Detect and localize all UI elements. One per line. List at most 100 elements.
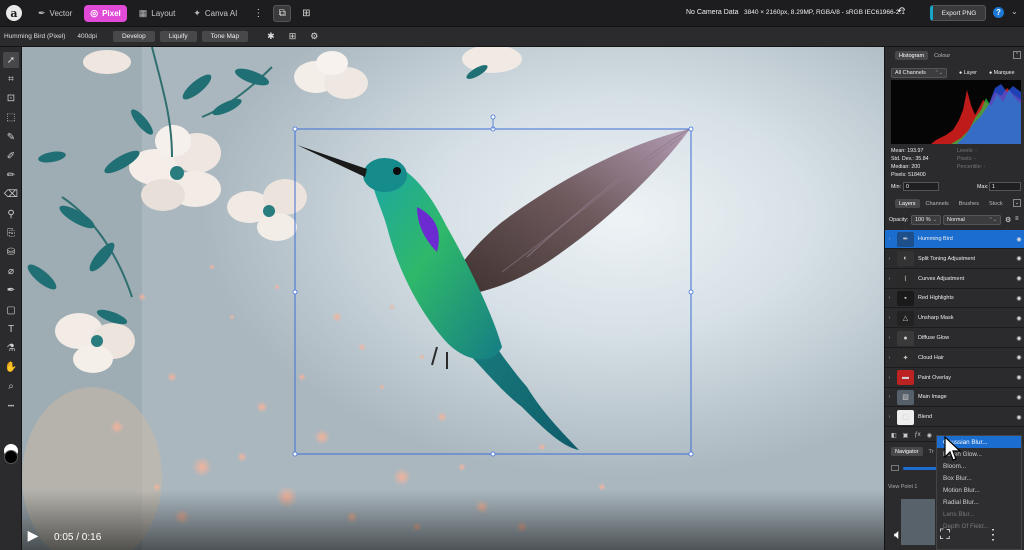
opacity-field[interactable]: 100 % ⌄	[911, 215, 941, 225]
paint-brush-icon[interactable]: ✐	[3, 148, 19, 164]
persona-layout[interactable]: ▦ Layout	[133, 5, 182, 22]
flood-fill-icon[interactable]: ⛁	[3, 244, 19, 260]
layer-row[interactable]: › △ Unsharp Mask ◉	[885, 309, 1024, 329]
transform-icon[interactable]: ⊞	[289, 31, 297, 42]
layer-row[interactable]: › ⌇ Curves Adjustment ◉	[885, 270, 1024, 289]
document-canvas[interactable]: ▶ 0:05 / 0:16	[22, 47, 884, 550]
zoom-slider[interactable]	[903, 467, 937, 470]
export-button[interactable]: Export PNG	[930, 5, 986, 21]
visibility-eye-icon[interactable]: ◉	[1013, 295, 1024, 302]
help-button[interactable]: ?	[993, 7, 1004, 18]
clone-brush-icon[interactable]: ⎘	[3, 225, 19, 241]
layer-expand-icon[interactable]: ›	[885, 256, 894, 262]
visibility-eye-icon[interactable]: ◉	[1013, 374, 1024, 381]
layer-expand-icon[interactable]: ›	[885, 295, 894, 301]
secondary-color-swatch[interactable]	[4, 450, 18, 464]
rectangle-tool-icon[interactable]: ▢	[3, 302, 19, 318]
layer-row[interactable]: › ◐ Split Toning Adjustment ◉	[885, 250, 1024, 269]
eyedropper-icon[interactable]: ⚗	[3, 340, 19, 356]
layer-checkbox[interactable]: ● Layer	[959, 70, 977, 76]
move-tool-icon[interactable]: ➚	[3, 52, 19, 68]
paint-mixer-icon[interactable]: ⌀	[3, 263, 19, 279]
visibility-eye-icon[interactable]: ◉	[1013, 315, 1024, 322]
visibility-eye-icon[interactable]: ◉	[1013, 236, 1024, 243]
text-tool-icon[interactable]: T	[3, 321, 19, 337]
layer-row[interactable]: › ▧ Main Image ◉	[885, 388, 1024, 408]
persona-vector[interactable]: ✒ Vector	[32, 5, 78, 22]
dodge-brush-icon[interactable]: ⚲	[3, 206, 19, 222]
menu-item-radial-blur[interactable]: Radial Blur...	[937, 496, 1021, 508]
expand-chevron-icon[interactable]: ⌄	[1011, 7, 1018, 16]
video-more-button[interactable]: ⋮	[986, 526, 1000, 543]
visibility-eye-icon[interactable]: ◉	[1013, 354, 1024, 361]
layer-row[interactable]: › ✦ Cloud Hair ◉	[885, 349, 1024, 368]
zoom-out-icon[interactable]	[891, 465, 899, 471]
tab-layers[interactable]: Layers	[895, 199, 920, 208]
visibility-eye-icon[interactable]: ◉	[1013, 255, 1024, 262]
layer-expand-icon[interactable]: ›	[885, 315, 894, 321]
more-menu-button[interactable]: ⋮	[249, 5, 267, 22]
tab-stock[interactable]: Stock	[985, 199, 1007, 208]
vector-crop-icon[interactable]: ⊡	[3, 90, 19, 106]
crop-tool-icon[interactable]: ⌗	[3, 71, 19, 87]
channel-select[interactable]: All Channels ⌃⌄	[891, 68, 947, 78]
menu-item-box-blur[interactable]: Box Blur...	[937, 472, 1021, 484]
panel-collapse-icon[interactable]: ⌃	[1013, 51, 1021, 59]
min-input[interactable]: 0	[903, 182, 939, 191]
tab-histogram[interactable]: Histogram	[895, 51, 929, 60]
tab-navigator[interactable]: Navigator	[891, 447, 923, 456]
mask-icon[interactable]: ▣	[903, 432, 909, 439]
tab-colour[interactable]: Colour	[930, 51, 954, 60]
more-tools-icon[interactable]: •••	[3, 399, 19, 415]
snapping-button[interactable]: ⧉	[273, 4, 292, 22]
erase-brush-icon[interactable]: ⌫	[3, 186, 19, 202]
tab-brushes[interactable]: Brushes	[955, 199, 983, 208]
layer-row[interactable]: › ● Diffuse Glow ◉	[885, 329, 1024, 348]
layer-expand-icon[interactable]: ›	[885, 355, 894, 361]
layer-row[interactable]: › ▢ Blend ◉	[885, 408, 1024, 428]
marquee-checkbox[interactable]: ● Marquee	[989, 70, 1015, 76]
hand-tool-icon[interactable]: ✋	[3, 359, 19, 375]
visibility-eye-icon[interactable]: ◉	[1013, 394, 1024, 401]
grid-button[interactable]: ⊞	[297, 5, 315, 22]
blend-mode-select[interactable]: Normal ⌃⌄	[943, 215, 1001, 225]
app-logo[interactable]: a	[6, 5, 22, 21]
tone-map-button[interactable]: Tone Map	[201, 31, 249, 42]
persona-pixel[interactable]: ◎ Pixel	[84, 4, 127, 22]
layer-options-icon[interactable]: ≡	[1015, 216, 1019, 222]
layer-settings-gear-icon[interactable]: ⚙	[1005, 216, 1011, 224]
visibility-eye-icon[interactable]: ◉	[1013, 335, 1024, 342]
layer-expand-icon[interactable]: ›	[885, 394, 894, 400]
adjustment-icon[interactable]: ◧	[891, 432, 897, 439]
volume-button[interactable]: 🔈︎	[894, 526, 902, 543]
magic-wand-icon[interactable]: ✱	[267, 31, 275, 42]
layer-row[interactable]: › ▪ Red Highlights ◉	[885, 289, 1024, 309]
layer-expand-icon[interactable]: ›	[885, 276, 894, 282]
visibility-eye-icon[interactable]: ◉	[1013, 414, 1024, 421]
liquify-button[interactable]: Liquify	[159, 31, 197, 42]
selection-brush-icon[interactable]: ✎	[3, 129, 19, 145]
layer-expand-icon[interactable]: ›	[885, 375, 894, 381]
fullscreen-button[interactable]: ⛶	[940, 526, 950, 543]
zoom-tool-icon[interactable]: ⌕	[3, 378, 19, 394]
filter-icon[interactable]: ◉	[927, 432, 932, 439]
settings-gear-icon[interactable]: ⚙	[310, 31, 318, 42]
layer-expand-icon[interactable]: ›	[885, 236, 894, 242]
develop-button[interactable]: Develop	[112, 31, 155, 42]
persona-canva-ai[interactable]: ✦ Canva AI	[187, 5, 243, 22]
panel-collapse-icon[interactable]: ⌄	[1013, 199, 1021, 207]
fx-icon[interactable]: ƒx	[914, 432, 920, 438]
menu-item-motion-blur[interactable]: Motion Blur...	[937, 484, 1021, 496]
layer-row[interactable]: › ▬ Paint Overlay ◉	[885, 369, 1024, 388]
pen-tool-icon[interactable]: ✒	[3, 282, 19, 298]
play-button[interactable]: ▶	[24, 526, 42, 544]
tab-channels[interactable]: Channels	[922, 199, 953, 208]
layer-row[interactable]: › ✒ Humming Bird ◉	[885, 230, 1024, 249]
menu-item-lens-blur[interactable]: Lens Blur...	[937, 508, 1021, 520]
layer-expand-icon[interactable]: ›	[885, 335, 894, 341]
undo-redo-button[interactable]: ↶	[897, 6, 905, 17]
marquee-tool-icon[interactable]: ⬚	[3, 109, 19, 125]
navigator-thumbnail[interactable]	[901, 499, 935, 545]
max-input[interactable]: 1	[989, 182, 1021, 191]
pixel-brush-icon[interactable]: ✏	[3, 167, 19, 183]
